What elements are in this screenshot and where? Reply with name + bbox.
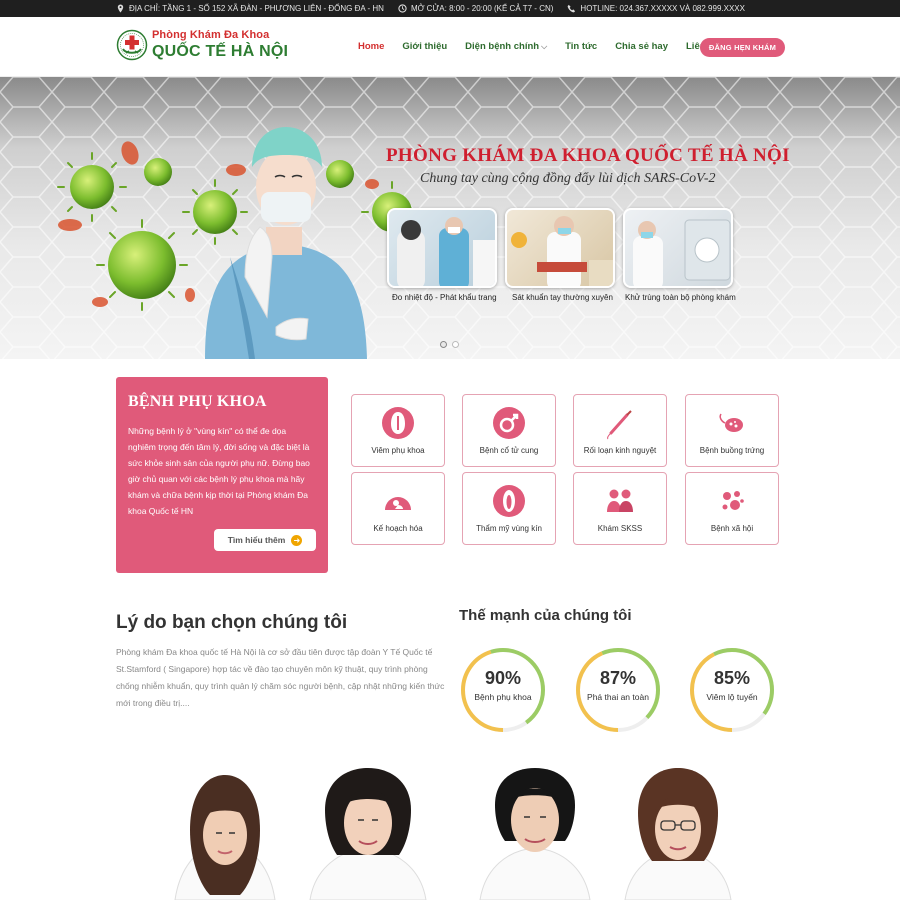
service-label: Khám SKSS [597,524,643,533]
hero-card-sanitize [505,208,615,288]
service-item-reproductive-health[interactable]: Khám SKSS [573,472,667,545]
ultrasound-icon [385,497,411,510]
learn-more-label: Tìm hiểu thêm [227,535,286,545]
service-item-menstrual[interactable]: Rối loạn kinh nguyệt [573,394,667,467]
doctor-portrait-1 [174,775,276,900]
hero-caption-2: Sát khuẩn tay thường xuyên [512,293,613,302]
gynecology-box: BỆNH PHỤ KHOA Những bệnh lý ở "vùng kín"… [116,377,328,573]
slider-dot-2[interactable] [452,341,459,348]
site-header: Phòng Khám Đa Khoa QUỐC TẾ HÀ NỘI Home G… [0,17,900,77]
slider-dots [440,341,459,348]
strength-percent: 87% [599,668,637,688]
hours-text: MỞ CỬA: 8:00 - 20:00 (KỂ CẢ T7 - CN) [410,4,554,13]
service-item-aesthetic[interactable]: Thẩm mỹ vùng kín [462,472,556,545]
clock-icon [398,4,407,13]
service-item-vaginitis[interactable]: Viêm phụ khoa [351,394,445,467]
clinic-logo-icon [116,29,148,61]
service-item-cervix[interactable]: Bệnh cổ tử cung [462,394,556,467]
virus-icon [722,491,744,510]
main-nav: Home Giới thiệu Diện bệnh chính Tin tức … [358,41,719,52]
doctor-portrait-2 [309,768,427,900]
service-label: Kế hoạch hóa [373,524,423,533]
doctor-portrait-3 [479,768,591,900]
gender-icon [493,407,525,439]
progress-ring [690,648,774,732]
ovary-icon [719,413,743,432]
strength-ring-2: 87% Phá thai an toàn [574,646,662,734]
service-label: Viêm phụ khoa [371,446,425,455]
slider-dot-1[interactable] [440,341,447,348]
why-choose-text: Phòng khám Đa khoa quốc tế Hà Nội là cơ … [116,647,445,708]
learn-more-button[interactable]: Tìm hiểu thêm ➜ [214,529,316,551]
strength-label: Viêm lộ tuyến [706,692,758,702]
uterus-icon [382,407,414,439]
strength-label: Phá thai an toàn [587,692,649,702]
doctors-section [0,755,900,900]
hero-card-disinfect [623,208,733,288]
hotline-info[interactable]: HOTLINE: 024.367.XXXXX VÀ 082.999.XXXX [567,4,745,13]
nav-sharing[interactable]: Chia sẻ hay [615,41,668,52]
nav-home[interactable]: Home [358,41,384,52]
hero-subtitle: Chung tay cùng cộng đồng đẩy lùi dịch SA… [420,171,716,186]
progress-ring [576,648,660,732]
nav-news[interactable]: Tin tức [565,41,597,52]
hero-caption-1: Đo nhiệt độ - Phát khẩu trang [392,293,497,302]
strength-percent: 90% [484,668,522,688]
couple-icon [607,489,633,512]
service-item-ovary[interactable]: Bệnh buồng trứng [685,394,779,467]
location-icon [117,4,124,13]
strength-ring-1: 90% Bệnh phụ khoa [459,646,547,734]
strength-label: Bệnh phụ khoa [474,692,532,702]
top-info-bar: ĐỊA CHỈ: TẦNG 1 - SỐ 152 XÃ ĐÀN - PHƯƠNG… [0,0,900,17]
logo-line-2: QUỐC TẾ HÀ NỘI [152,43,289,60]
phone-icon [568,4,576,13]
hotline-text: HOTLINE: 024.367.XXXXX VÀ 082.999.XXXX [580,4,745,13]
nav-conditions[interactable]: Diện bệnh chính [465,41,547,52]
tampon-icon [607,410,632,440]
strength-percent: 85% [713,668,751,688]
service-label: Bệnh cổ tử cung [479,446,539,455]
service-item-family-planning[interactable]: Kế hoạch hóa [351,472,445,545]
service-label: Rối loạn kinh nguyệt [583,446,657,455]
service-label: Thẩm mỹ vùng kín [476,524,542,533]
logo-line-1: Phòng Khám Đa Khoa [152,29,270,41]
progress-ring [461,648,545,732]
arrow-right-icon: ➜ [291,534,303,546]
vulva-icon [493,485,525,517]
address-text: ĐỊA CHỈ: TẦNG 1 - SỐ 152 XÃ ĐÀN - PHƯƠNG… [129,4,384,13]
gynecology-text: Những bệnh lý ở "vùng kín" có thể đe dọa… [128,426,310,516]
hero-banner: PHÒNG KHÁM ĐA KHOA QUỐC TẾ HÀ NỘI Chung … [0,77,900,359]
book-appointment-button[interactable]: ĐĂNG HẸN KHÁM [700,38,785,57]
why-choose-title: Lý do bạn chọn chúng tôi [116,612,348,633]
address-info: ĐỊA CHỈ: TẦNG 1 - SỐ 152 XÃ ĐÀN - PHƯƠNG… [116,4,384,13]
hours-info: MỞ CỬA: 8:00 - 20:00 (KỂ CẢ T7 - CN) [398,4,553,13]
strength-ring-3: 85% Viêm lộ tuyến [688,646,776,734]
service-label: Bệnh xã hội [710,524,754,533]
hero-caption-3: Khử trùng toàn bộ phòng khám [625,293,736,302]
gynecology-title: BỆNH PHỤ KHOA [128,393,267,410]
strengths-title: Thế mạnh của chúng tôi [459,607,632,624]
doctors-photo [174,768,732,900]
nav-about[interactable]: Giới thiệu [402,41,447,52]
hero-card-temperature [387,208,497,288]
service-item-std[interactable]: Bệnh xã hội [685,472,779,545]
service-label: Bệnh buồng trứng [699,446,765,455]
hero-title: PHÒNG KHÁM ĐA KHOA QUỐC TẾ HÀ NỘI [386,145,790,166]
doctor-portrait-4 [624,768,732,900]
site-logo[interactable]: Phòng Khám Đa Khoa QUỐC TẾ HÀ NỘI [116,29,288,61]
